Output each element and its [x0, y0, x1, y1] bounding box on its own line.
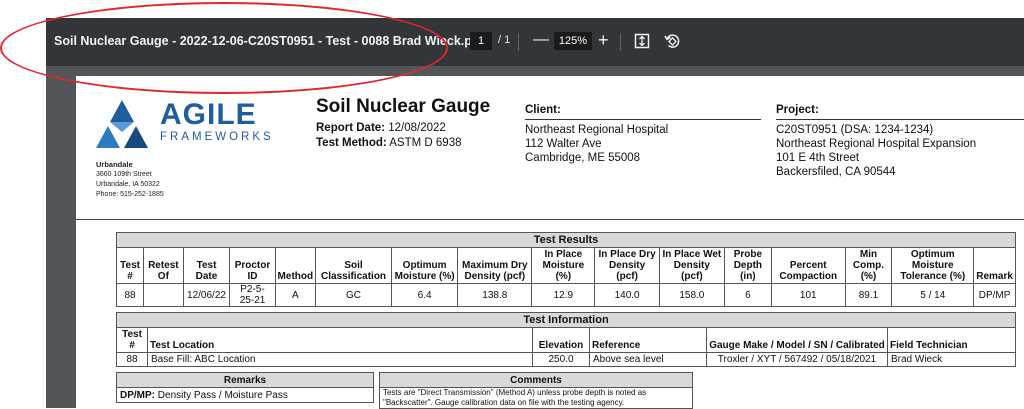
col-method: Method	[274, 247, 317, 284]
remarks-entry: DP/MP: Density Pass / Moisture Pass	[116, 387, 374, 403]
col-soil-class: Soil Classification	[315, 247, 392, 284]
office-line: Urbandale, IA 50322	[96, 181, 160, 188]
brand-logotype: AGILE FRAMEWORKS	[160, 98, 274, 144]
info-header-row: Test # Test Location Elevation Reference…	[116, 327, 1016, 353]
page-number-input[interactable]: 1	[470, 32, 492, 50]
col-inplace-wet-density: In Place Wet Density (pcf)	[658, 247, 725, 284]
table-row: 88 12/06/22 P2-5-25-21 A GC 6.4 138.8 12.9 14…	[115, 283, 1016, 307]
col-field-technician: Field Technician	[887, 327, 1016, 353]
report-title: Soil Nuclear Gauge	[316, 96, 491, 117]
toolbar-divider	[620, 33, 621, 51]
col-remark: Remark	[973, 247, 1016, 284]
agile-logo-icon	[96, 100, 148, 148]
office-line: 3660 109th Street	[96, 171, 152, 178]
client-address: Northeast Regional Hospital 112 Walter A…	[525, 124, 669, 164]
results-header-row: Test # Retest Of Test Date Proctor ID Me…	[115, 247, 1016, 284]
col-test-num: Test #	[116, 327, 148, 353]
document-title: Soil Nuclear Gauge - 2022-12-06-C20ST095…	[54, 34, 484, 48]
col-elevation: Elevation	[532, 327, 590, 353]
toolbar-divider	[518, 33, 519, 51]
zoom-out-button[interactable]: —	[533, 30, 549, 50]
project-rule	[776, 119, 1024, 120]
client-label: Client:	[525, 104, 561, 116]
col-gauge: Gauge Make / Model / SN / Calibrated	[706, 327, 888, 353]
zoom-in-button[interactable]: +	[598, 30, 609, 50]
viewer-toolbar: Soil Nuclear Gauge - 2022-12-06-C20ST095…	[46, 18, 1024, 66]
client-rule	[525, 119, 761, 120]
pdf-viewer-window: Soil Nuclear Gauge - 2022-12-06-C20ST095…	[46, 18, 1024, 409]
col-retest-of: Retest Of	[143, 247, 184, 284]
report-method: Test Method: ASTM D 6938	[316, 137, 462, 149]
header-divider	[76, 219, 1024, 220]
col-test-location: Test Location	[147, 327, 533, 353]
col-inplace-dry-density: In Place Dry Density (pcf)	[594, 247, 660, 284]
pdf-page: AGILE FRAMEWORKS Urbandale 3660 109th St…	[76, 76, 1024, 409]
fit-page-icon[interactable]	[632, 31, 652, 51]
test-info-heading: Test Information	[116, 312, 1016, 328]
col-test-num: Test #	[115, 247, 145, 284]
test-results-table: Test Results Test # Retest Of Test Date …	[115, 232, 1016, 307]
col-proctor-id: Proctor ID	[229, 247, 276, 284]
remarks-table: Remarks DP/MP: Density Pass / Moisture P…	[116, 372, 374, 403]
col-percent-compaction: Percent Compaction	[770, 247, 846, 284]
comments-text: Tests are "Direct Transmission" (Method …	[379, 387, 693, 409]
col-opt-moisture: Optimum Moisture (%)	[390, 247, 459, 284]
rotate-icon[interactable]	[662, 31, 682, 51]
col-min-comp: Min Comp. (%)	[844, 247, 893, 284]
page-total: / 1	[498, 34, 511, 46]
col-reference: Reference	[589, 327, 707, 353]
col-test-date: Test Date	[182, 247, 231, 284]
comments-table: Comments Tests are "Direct Transmission"…	[379, 372, 693, 409]
test-information-table: Test Information Test # Test Location El…	[116, 312, 1016, 367]
zoom-level-input[interactable]: 125%	[554, 32, 592, 50]
office-name: Urbandale	[96, 160, 133, 169]
project-details: C20ST0951 (DSA: 1234-1234) Northeast Reg…	[776, 124, 977, 178]
col-opt-moist-tol: Optimum Moisture Tolerance (%)	[891, 247, 975, 284]
office-address: Urbandale 3660 109th Street Urbandale, I…	[96, 160, 164, 200]
comments-heading: Comments	[379, 372, 693, 388]
col-max-dry-density: Maximum Dry Density (pcf)	[457, 247, 533, 284]
col-inplace-moisture: In Place Moisture (%)	[531, 247, 596, 284]
col-probe-depth: Probe Depth (in)	[723, 247, 772, 284]
project-label: Project:	[776, 104, 819, 116]
remarks-heading: Remarks	[116, 372, 374, 388]
table-row: 88 Base Fill: ABC Location 250.0 Above s…	[116, 352, 1016, 367]
test-results-heading: Test Results	[116, 232, 1016, 248]
report-date: Report Date: 12/08/2022	[316, 122, 446, 134]
office-line: Phone: 515-252-1885	[96, 191, 164, 198]
